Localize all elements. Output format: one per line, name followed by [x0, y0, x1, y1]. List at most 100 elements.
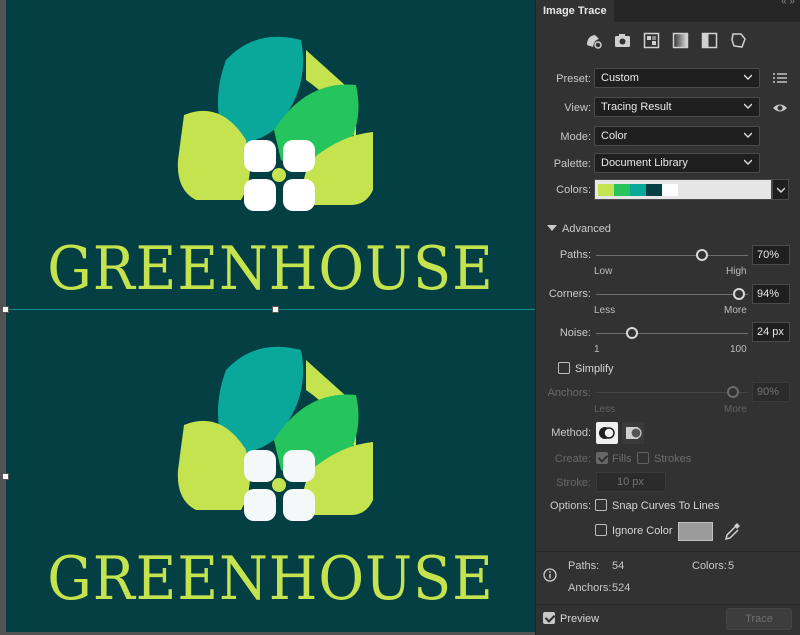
- chevron-down-icon: [777, 187, 785, 193]
- preset-value: Custom: [601, 72, 639, 84]
- ignore-color-checkbox[interactable]: [595, 524, 607, 536]
- swatch-dark-teal: [646, 184, 662, 196]
- canvas-area[interactable]: GREENHOUSE GREENHOUSE: [0, 0, 535, 635]
- mode-dropdown[interactable]: Color: [594, 126, 760, 146]
- fills-checkbox: [596, 452, 608, 464]
- snap-curves-label: Snap Curves To Lines: [612, 500, 720, 512]
- trace-button[interactable]: Trace: [726, 608, 792, 630]
- low-fidelity-photo-icon[interactable]: [642, 31, 661, 50]
- chevron-down-icon: [744, 103, 752, 109]
- corners-high-label: More: [724, 305, 747, 316]
- stats-colors-value: 5: [728, 560, 735, 572]
- stats-anchors-value: 524: [612, 582, 631, 594]
- snap-curves-checkbox[interactable]: [595, 499, 607, 511]
- corners-low-label: Less: [594, 305, 616, 316]
- swatch-lime: [598, 184, 614, 196]
- options-label: Options:: [550, 500, 591, 512]
- palette-value: Document Library: [601, 157, 688, 169]
- paths-value-field[interactable]: 70%: [752, 245, 790, 265]
- selection-bounding-line: [6, 309, 535, 310]
- stats-colors-label: Colors:: [692, 560, 727, 572]
- palette-dropdown[interactable]: Document Library: [594, 153, 760, 173]
- view-dropdown[interactable]: Tracing Result: [594, 97, 760, 117]
- manage-presets-icon[interactable]: [772, 70, 788, 86]
- high-fidelity-photo-icon[interactable]: [613, 31, 632, 50]
- image-trace-panel: Image Trace « » Preset: Custom View: Tra…: [535, 0, 800, 635]
- logo-text-traced: GREENHOUSE: [47, 544, 494, 614]
- preview-label: Preview: [560, 613, 600, 625]
- anchors-slider-knob: [726, 386, 739, 398]
- panel-tab-bar: Image Trace « »: [536, 0, 800, 22]
- black-and-white-icon[interactable]: [700, 31, 719, 50]
- overlapping-method-icon: [626, 427, 642, 439]
- selection-handle-left-middle[interactable]: [2, 473, 9, 480]
- stats-paths-value: 54: [612, 560, 625, 572]
- method-abutting-button[interactable]: [596, 422, 618, 444]
- corners-value-field[interactable]: 94%: [752, 284, 790, 304]
- noise-slider-knob[interactable]: [626, 327, 639, 339]
- selection-handle-top-center[interactable]: [272, 306, 279, 313]
- info-icon: [543, 568, 557, 582]
- chevron-down-icon: [744, 159, 752, 165]
- paths-slider-knob[interactable]: [696, 249, 709, 261]
- chevron-down-icon: [744, 132, 752, 138]
- chevron-down-icon: [744, 74, 752, 80]
- noise-high-label: 100: [730, 344, 747, 355]
- outline-icon[interactable]: [729, 31, 748, 50]
- eyedropper-icon[interactable]: [724, 521, 742, 541]
- noise-low-label: 1: [594, 344, 600, 355]
- paths-label: Paths:: [559, 249, 591, 261]
- simplify-checkbox[interactable]: [558, 362, 570, 374]
- corners-slider-knob[interactable]: [732, 288, 745, 300]
- tracing-result-image[interactable]: GREENHOUSE: [6, 310, 535, 620]
- paths-low-label: Low: [594, 266, 613, 277]
- anchors-high-label: More: [724, 404, 747, 415]
- create-label: Create:: [554, 453, 591, 465]
- colors-dropdown-button[interactable]: [772, 179, 789, 200]
- method-overlapping-button[interactable]: [622, 422, 644, 444]
- advanced-label: Advanced: [562, 223, 611, 235]
- stroke-label: Stroke:: [556, 477, 591, 489]
- paths-slider-track[interactable]: [596, 249, 748, 261]
- advanced-disclosure[interactable]: Advanced: [547, 223, 611, 235]
- swatch-teal: [630, 184, 646, 196]
- simplify-label: Simplify: [575, 363, 614, 375]
- bottom-divider: [536, 604, 800, 605]
- eye-icon[interactable]: [772, 100, 788, 116]
- preset-dropdown[interactable]: Custom: [594, 68, 760, 88]
- preview-checkbox[interactable]: [543, 612, 555, 624]
- noise-slider-track[interactable]: [596, 327, 748, 339]
- strokes-label: Strokes: [654, 453, 692, 465]
- auto-color-icon[interactable]: [584, 31, 603, 50]
- colors-label: Colors:: [556, 184, 591, 196]
- noise-value-field[interactable]: 24 px: [752, 322, 790, 342]
- mode-label: Mode:: [560, 131, 591, 143]
- grayscale-icon[interactable]: [671, 31, 690, 50]
- anchors-slider-track: [596, 386, 748, 398]
- ignore-color-swatch[interactable]: [678, 522, 713, 541]
- stats-divider: [536, 551, 800, 552]
- ignore-color-label: Ignore Color: [612, 525, 673, 537]
- stats-anchors-label: Anchors:: [568, 582, 612, 594]
- stroke-value-field: 10 px: [596, 472, 666, 492]
- corners-slider-track[interactable]: [596, 288, 748, 300]
- triangle-down-icon: [547, 225, 557, 231]
- selection-handle-left-top[interactable]: [2, 306, 9, 313]
- swatch-white: [662, 184, 678, 196]
- fills-label: Fills: [612, 453, 632, 465]
- swatch-green: [614, 184, 630, 196]
- mode-value: Color: [601, 130, 628, 142]
- panel-collapse-icon[interactable]: « »: [781, 0, 795, 7]
- original-image[interactable]: GREENHOUSE: [6, 0, 535, 310]
- anchors-value-field: 90%: [752, 382, 790, 402]
- noise-label: Noise:: [559, 327, 591, 339]
- paths-high-label: High: [726, 266, 747, 277]
- view-value: Tracing Result: [601, 101, 672, 113]
- artboard[interactable]: GREENHOUSE GREENHOUSE: [6, 0, 535, 632]
- view-label: View:: [564, 102, 591, 114]
- color-library-swatches[interactable]: [594, 179, 772, 200]
- method-label: Method:: [551, 427, 591, 439]
- anchors-label: Anchors:: [547, 387, 591, 399]
- app-root: GREENHOUSE GREENHOUSE Image Trace « » Pr…: [0, 0, 800, 635]
- panel-tab-image-trace[interactable]: Image Trace: [536, 0, 614, 22]
